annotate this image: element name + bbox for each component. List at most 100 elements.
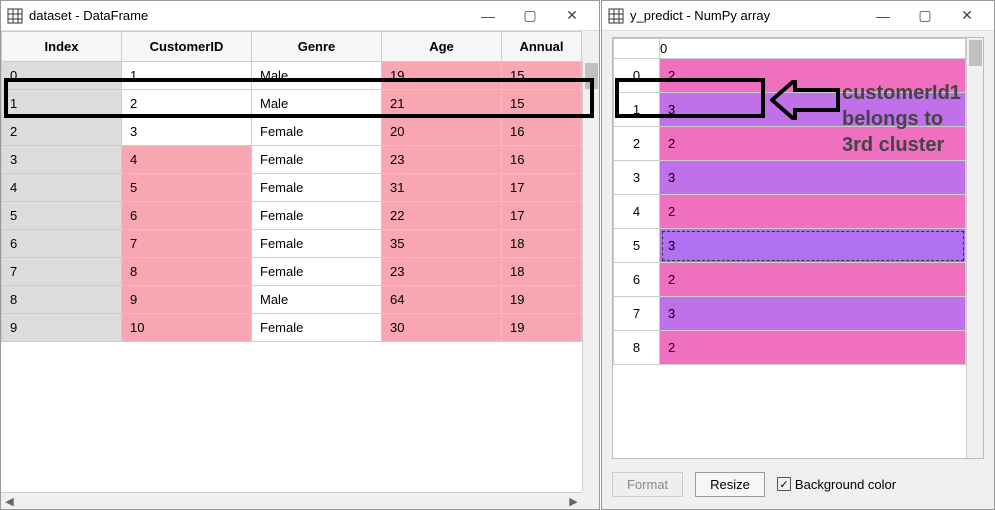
table-cell[interactable]: 3 xyxy=(122,118,252,146)
horizontal-scrollbar[interactable]: ◀ ▶ xyxy=(1,492,582,509)
table-cell[interactable]: 23 xyxy=(382,258,502,286)
table-row[interactable]: 910Female3019 xyxy=(2,314,582,342)
table-cell[interactable]: 2 xyxy=(660,195,966,229)
minimize-button[interactable]: — xyxy=(467,2,509,30)
table-row[interactable]: 02 xyxy=(614,59,966,93)
close-button[interactable]: ✕ xyxy=(946,2,988,30)
table-row[interactable]: 33 xyxy=(614,161,966,195)
titlebar[interactable]: y_predict - NumPy array — ▢ ✕ xyxy=(602,1,994,31)
table-cell[interactable]: 9 xyxy=(122,286,252,314)
maximize-button[interactable]: ▢ xyxy=(904,2,946,30)
table-row[interactable]: 82 xyxy=(614,331,966,365)
table-cell[interactable]: 22 xyxy=(382,202,502,230)
table-cell[interactable]: 5 xyxy=(2,202,122,230)
row-index[interactable]: 5 xyxy=(614,229,660,263)
table-row[interactable]: 73 xyxy=(614,297,966,331)
row-index[interactable]: 8 xyxy=(614,331,660,365)
col-header[interactable]: 0 xyxy=(660,39,966,59)
resize-button[interactable]: Resize xyxy=(695,472,765,497)
col-header[interactable] xyxy=(614,39,660,59)
table-cell[interactable]: 2 xyxy=(660,263,966,297)
table-cell[interactable]: Male xyxy=(252,62,382,90)
table-cell[interactable]: 30 xyxy=(382,314,502,342)
table-cell[interactable]: Female xyxy=(252,146,382,174)
scroll-left-icon[interactable]: ◀ xyxy=(1,493,18,510)
table-row[interactable]: 34Female2316 xyxy=(2,146,582,174)
row-index[interactable]: 7 xyxy=(614,297,660,331)
table-row[interactable]: 78Female2318 xyxy=(2,258,582,286)
row-index[interactable]: 3 xyxy=(614,161,660,195)
table-cell[interactable]: 3 xyxy=(660,161,966,195)
table-cell[interactable]: 21 xyxy=(382,90,502,118)
col-header[interactable]: Index xyxy=(2,32,122,62)
bgcolor-checkbox[interactable]: ✓ Background color xyxy=(777,477,896,492)
col-header[interactable]: Genre xyxy=(252,32,382,62)
dataset-table[interactable]: IndexCustomerIDGenreAgeAnnual 01Male1915… xyxy=(1,31,582,342)
table-cell[interactable]: 19 xyxy=(382,62,502,90)
table-cell[interactable]: Female xyxy=(252,202,382,230)
table-cell[interactable]: 16 xyxy=(502,118,582,146)
table-cell[interactable]: 31 xyxy=(382,174,502,202)
table-cell[interactable]: 2 xyxy=(660,127,966,161)
table-cell[interactable]: 3 xyxy=(660,93,966,127)
table-cell[interactable]: 4 xyxy=(122,146,252,174)
table-cell[interactable]: Female xyxy=(252,174,382,202)
table-cell[interactable]: 2 xyxy=(122,90,252,118)
table-cell[interactable]: 23 xyxy=(382,146,502,174)
table-row[interactable]: 62 xyxy=(614,263,966,297)
minimize-button[interactable]: — xyxy=(862,2,904,30)
table-cell[interactable]: 35 xyxy=(382,230,502,258)
col-header[interactable]: Age xyxy=(382,32,502,62)
table-cell[interactable]: 19 xyxy=(502,286,582,314)
table-cell[interactable]: 8 xyxy=(122,258,252,286)
titlebar[interactable]: dataset - DataFrame — ▢ ✕ xyxy=(1,1,599,31)
table-cell[interactable]: Male xyxy=(252,286,382,314)
table-cell[interactable]: 8 xyxy=(2,286,122,314)
table-cell[interactable]: 2 xyxy=(660,59,966,93)
row-index[interactable]: 6 xyxy=(614,263,660,297)
table-cell[interactable]: 18 xyxy=(502,230,582,258)
table-cell[interactable]: 6 xyxy=(122,202,252,230)
table-cell[interactable]: 17 xyxy=(502,174,582,202)
table-cell[interactable]: Female xyxy=(252,230,382,258)
table-cell[interactable]: 1 xyxy=(2,90,122,118)
table-cell[interactable]: 1 xyxy=(122,62,252,90)
table-row[interactable]: 56Female2217 xyxy=(2,202,582,230)
table-row[interactable]: 22 xyxy=(614,127,966,161)
row-index[interactable]: 4 xyxy=(614,195,660,229)
table-cell[interactable]: 16 xyxy=(502,146,582,174)
table-cell[interactable]: 2 xyxy=(660,331,966,365)
table-cell[interactable]: Female xyxy=(252,118,382,146)
table-cell[interactable]: 3 xyxy=(660,297,966,331)
table-cell[interactable]: 3 xyxy=(2,146,122,174)
table-cell[interactable]: Female xyxy=(252,314,382,342)
table-cell[interactable]: 9 xyxy=(2,314,122,342)
row-index[interactable]: 1 xyxy=(614,93,660,127)
table-row[interactable]: 23Female2016 xyxy=(2,118,582,146)
table-cell[interactable]: 18 xyxy=(502,258,582,286)
table-cell[interactable]: Male xyxy=(252,90,382,118)
table-cell[interactable]: 0 xyxy=(2,62,122,90)
table-cell[interactable]: 10 xyxy=(122,314,252,342)
table-row[interactable]: 12Male2115 xyxy=(2,90,582,118)
table-row[interactable]: 67Female3518 xyxy=(2,230,582,258)
scroll-right-icon[interactable]: ▶ xyxy=(565,493,582,510)
table-cell[interactable]: 2 xyxy=(2,118,122,146)
vertical-scrollbar[interactable] xyxy=(582,61,599,491)
table-row[interactable]: 01Male1915 xyxy=(2,62,582,90)
table-cell[interactable]: 64 xyxy=(382,286,502,314)
table-cell[interactable]: 3 xyxy=(660,229,966,263)
table-cell[interactable]: 7 xyxy=(122,230,252,258)
row-index[interactable]: 0 xyxy=(614,59,660,93)
table-cell[interactable]: Female xyxy=(252,258,382,286)
table-row[interactable]: 89Male6419 xyxy=(2,286,582,314)
close-button[interactable]: ✕ xyxy=(551,2,593,30)
table-row[interactable]: 13 xyxy=(614,93,966,127)
table-cell[interactable]: 17 xyxy=(502,202,582,230)
table-cell[interactable]: 6 xyxy=(2,230,122,258)
table-cell[interactable]: 15 xyxy=(502,90,582,118)
row-index[interactable]: 2 xyxy=(614,127,660,161)
table-cell[interactable]: 7 xyxy=(2,258,122,286)
table-cell[interactable]: 19 xyxy=(502,314,582,342)
col-header[interactable]: Annual xyxy=(502,32,582,62)
